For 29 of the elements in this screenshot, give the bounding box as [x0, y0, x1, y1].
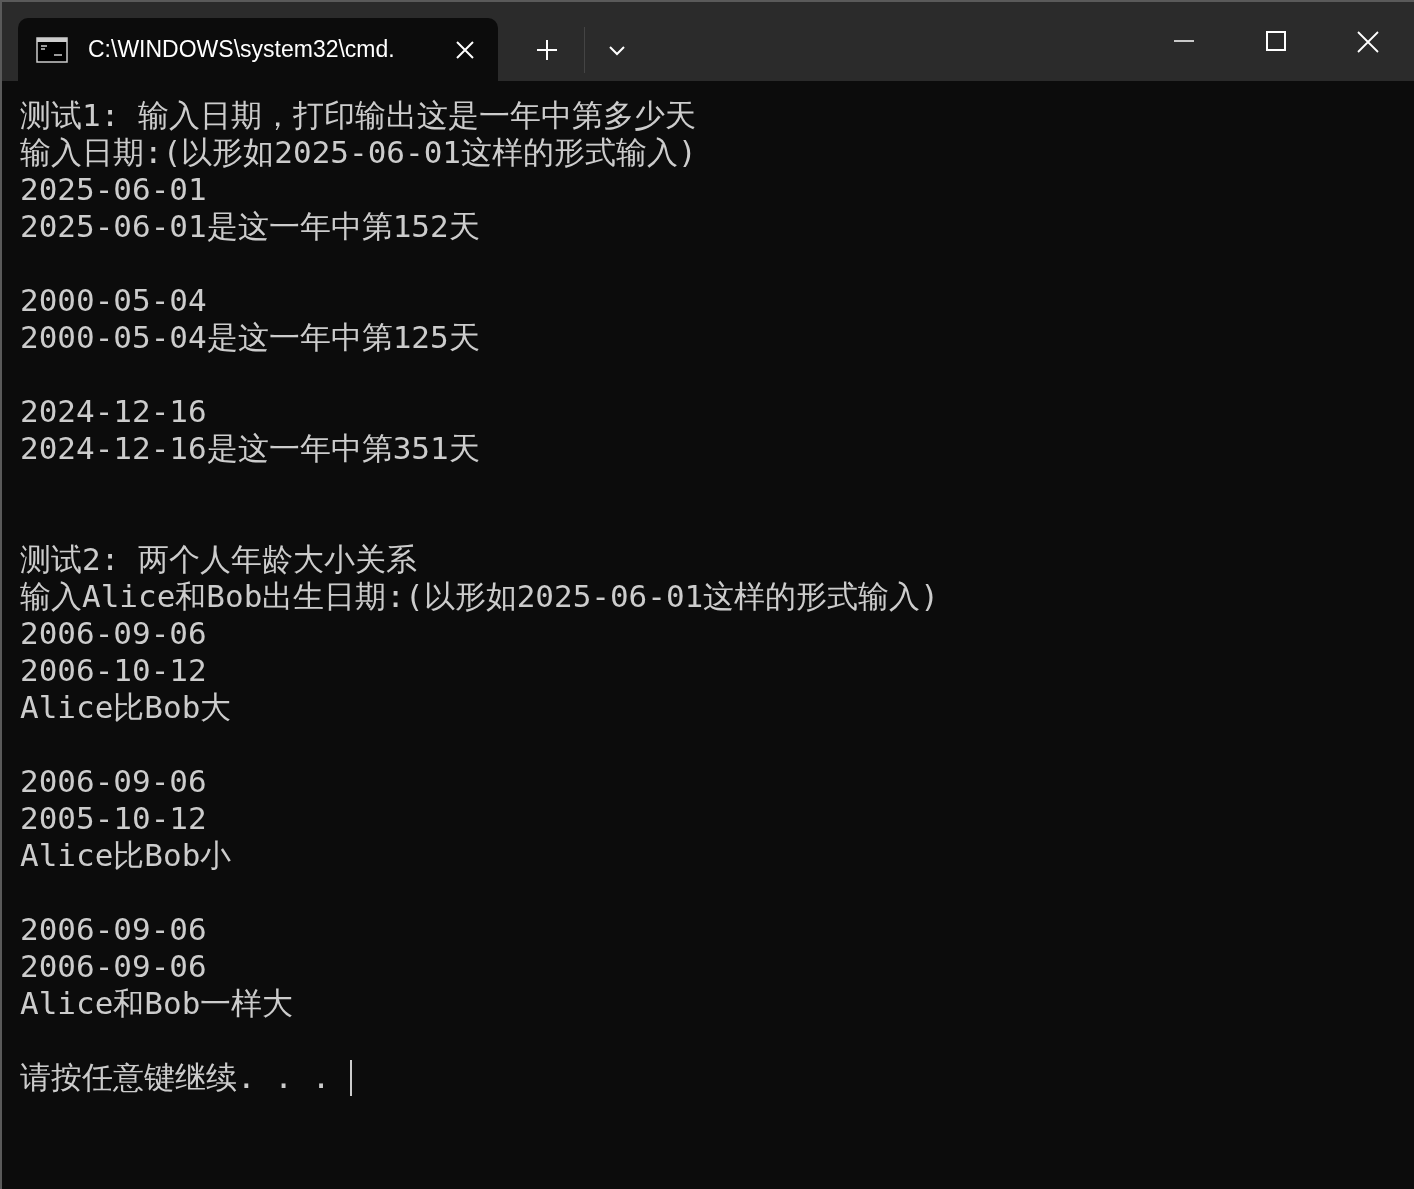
- console-line: 2006-09-06: [20, 948, 207, 985]
- console-line: 2025-06-01是这一年中第152天: [20, 208, 480, 245]
- console-line: 2000-05-04是这一年中第125天: [20, 319, 480, 356]
- console-line: 测试1: 输入日期，打印输出这是一年中第多少天: [20, 97, 696, 134]
- terminal-icon: [36, 36, 68, 63]
- console-line: 测试2: 两个人年龄大小关系: [20, 541, 417, 578]
- chevron-down-icon: [608, 43, 626, 56]
- console-line: 2024-12-16: [20, 393, 207, 430]
- console-line: 2000-05-04: [20, 282, 207, 319]
- console-line: Alice比Bob小: [20, 837, 232, 874]
- console-line: Alice比Bob大: [20, 689, 232, 726]
- close-icon: [454, 38, 476, 61]
- console-line: 2005-10-12: [20, 800, 207, 837]
- minimize-icon: [1173, 40, 1195, 42]
- console-line: 2006-09-06: [20, 615, 207, 652]
- close-icon: [1356, 30, 1380, 54]
- console-line: 2024-12-16是这一年中第351天: [20, 430, 480, 467]
- tab-title: C:\WINDOWS\system32\cmd.: [88, 35, 396, 65]
- console-line: Alice和Bob一样大: [20, 985, 294, 1022]
- console-line: 请按任意键继续. . .: [20, 1059, 331, 1096]
- console-line: 2006-10-12: [20, 652, 207, 689]
- console-line: 2006-09-06: [20, 911, 207, 948]
- window-tab[interactable]: C:\WINDOWS\system32\cmd.: [18, 18, 498, 81]
- console-line: 2006-09-06: [20, 763, 207, 800]
- console-line: 输入Alice和Bob出生日期:(以形如2025-06-01这样的形式输入): [20, 578, 939, 615]
- console-line: 2025-06-01: [20, 171, 207, 208]
- maximize-icon: [1265, 30, 1287, 52]
- plus-icon: [536, 38, 558, 61]
- console-line: 输入日期:(以形如2025-06-01这样的形式输入): [20, 134, 697, 171]
